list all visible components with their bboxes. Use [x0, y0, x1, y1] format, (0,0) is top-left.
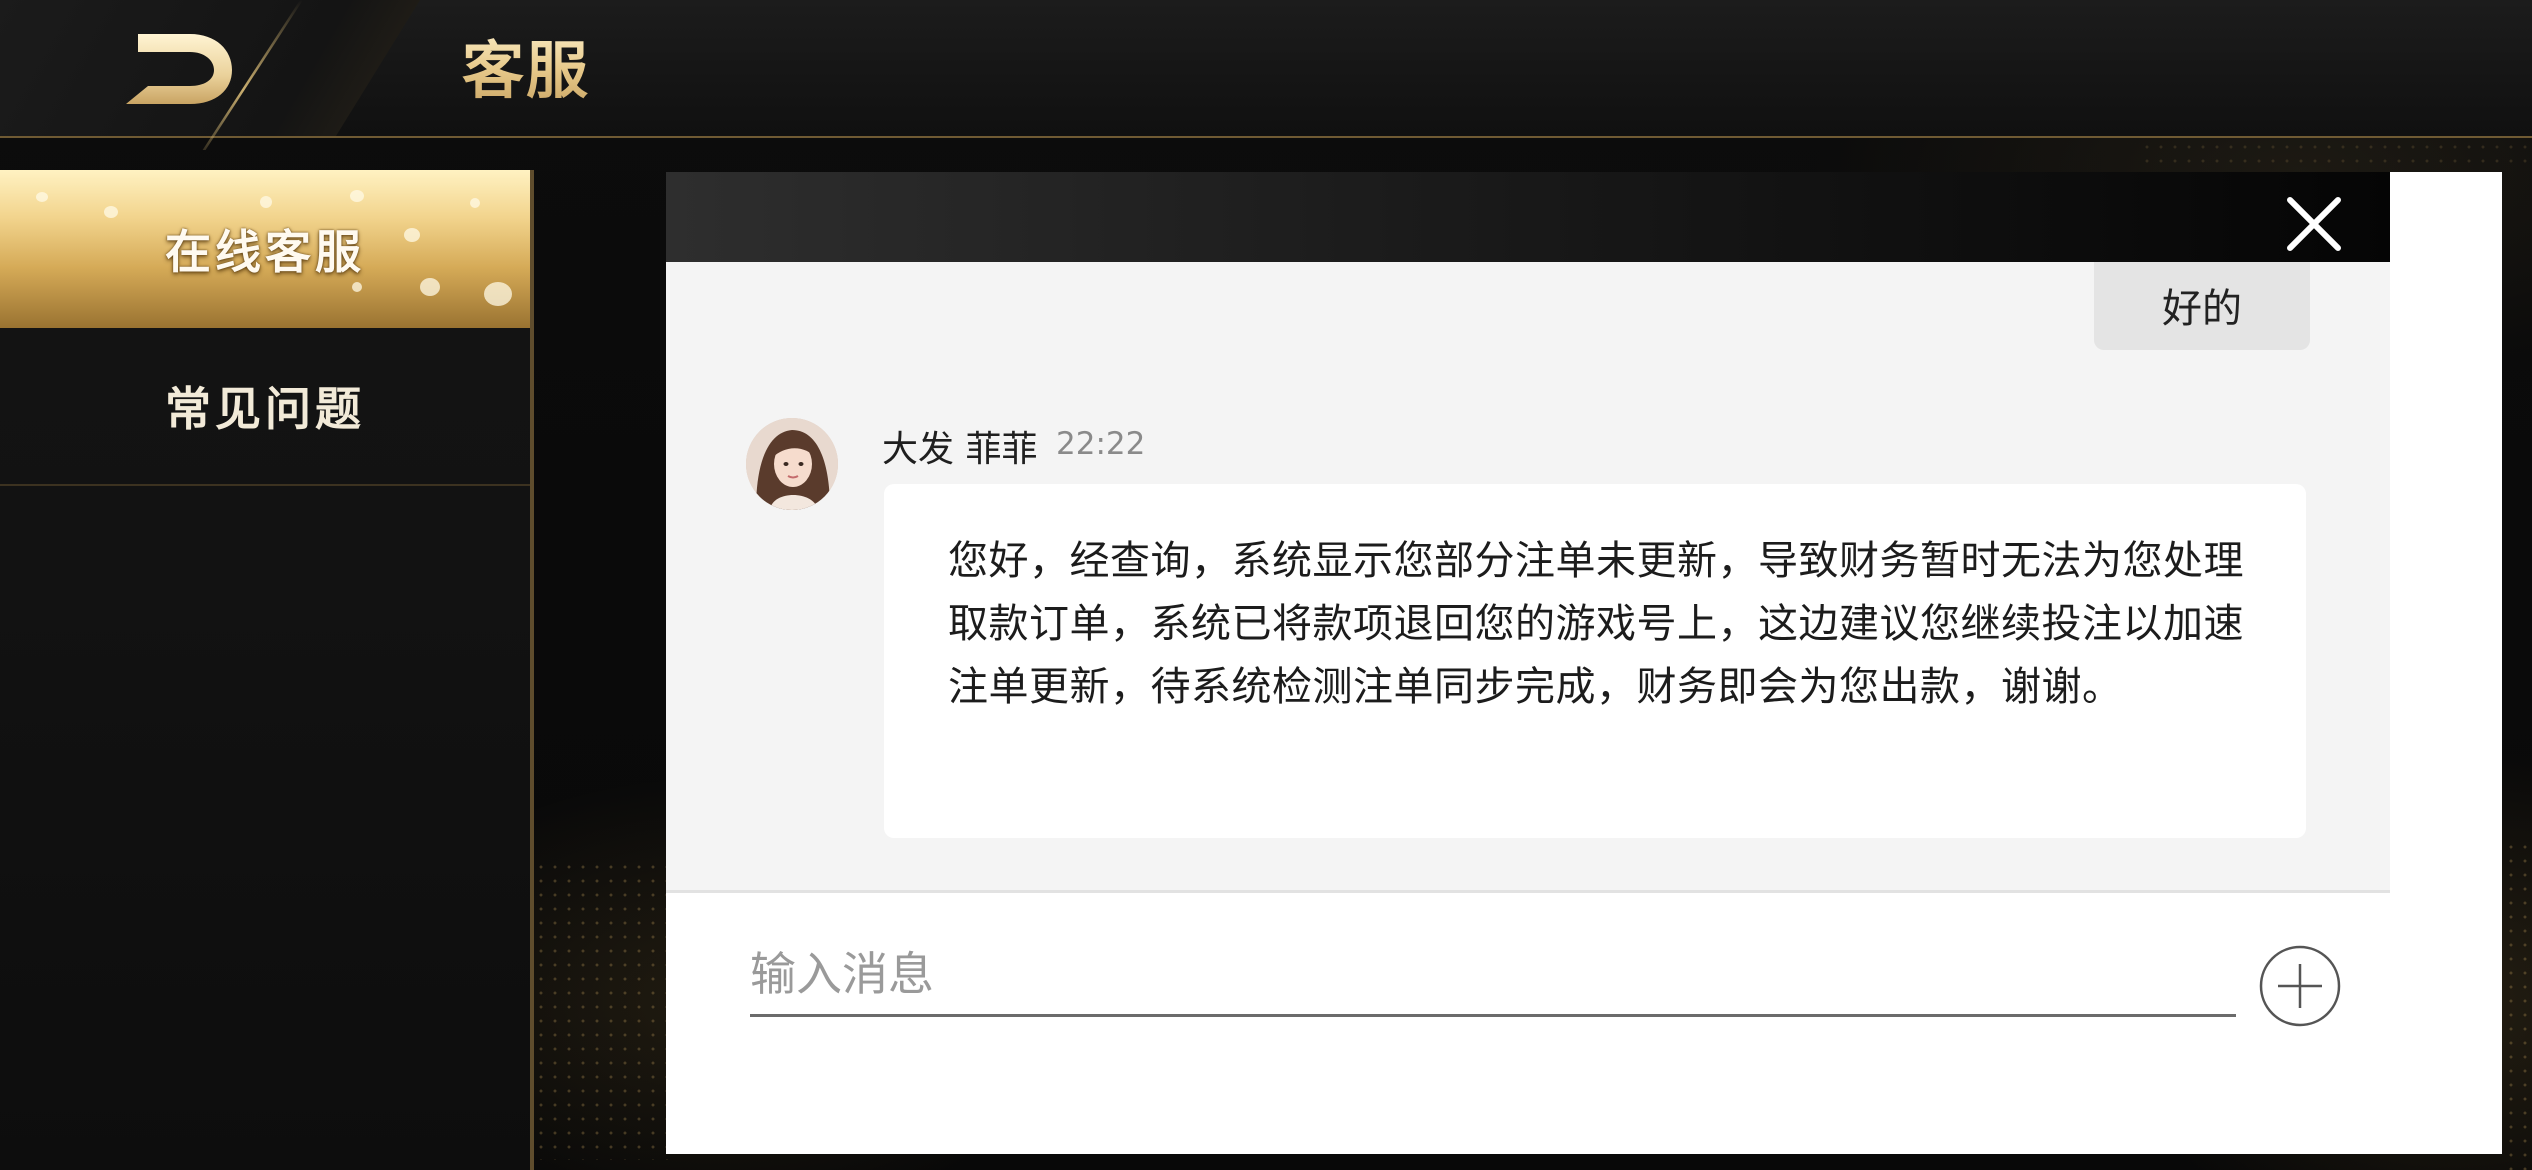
confetti-decoration — [36, 192, 48, 202]
message-list[interactable]: 好的 大发 菲菲 22:22 您好，经查询，系统显示您部分注单未更新，导致财务暂… — [666, 262, 2390, 890]
confetti-decoration — [420, 278, 440, 296]
user-message-bubble: 好的 — [2094, 262, 2310, 350]
confetti-decoration — [470, 198, 480, 208]
sidebar-item-faq[interactable]: 常见问题 — [0, 328, 530, 486]
agent-message-bubble: 您好，经查询，系统显示您部分注单未更新，导致财务暂时无法为您处理取款订单，系统已… — [884, 484, 2306, 838]
back-button[interactable] — [0, 0, 420, 150]
sidebar-item-label: 常见问题 — [165, 382, 365, 436]
confetti-decoration — [484, 282, 512, 306]
app-root: 客服 在线客服 常见问题 好的 大发 菲菲 22:22 您好，经查询，系统显示您… — [0, 0, 2532, 1170]
sidebar: 在线客服 常见问题 — [0, 170, 534, 1170]
plus-circle-icon[interactable] — [2258, 944, 2342, 1028]
close-icon[interactable] — [2284, 194, 2344, 254]
message-input[interactable] — [750, 934, 2236, 1017]
input-divider — [666, 890, 2390, 893]
page-title: 客服 — [462, 20, 590, 110]
sidebar-item-label: 在线客服 — [165, 225, 365, 279]
confetti-decoration — [352, 282, 362, 292]
chat-panel: 好的 大发 菲菲 22:22 您好，经查询，系统显示您部分注单未更新，导致财务暂… — [666, 172, 2502, 1154]
decorative-dots-left — [520, 860, 670, 1160]
decorative-dots-right — [2504, 840, 2532, 1170]
decorative-dots-top — [2140, 140, 2532, 170]
agent-name: 大发 菲菲 — [882, 429, 1038, 470]
message-timestamp: 22:22 — [1056, 426, 1146, 462]
confetti-decoration — [350, 190, 364, 202]
agent-avatar — [746, 418, 838, 510]
chat-topbar — [666, 172, 2390, 262]
sidebar-item-online-service[interactable]: 在线客服 — [0, 170, 530, 328]
avatar-image — [746, 418, 838, 510]
back-arrow-icon — [126, 34, 232, 104]
confetti-decoration — [260, 196, 272, 208]
confetti-decoration — [404, 228, 420, 242]
confetti-decoration — [104, 206, 118, 218]
top-header: 客服 — [0, 0, 2532, 150]
